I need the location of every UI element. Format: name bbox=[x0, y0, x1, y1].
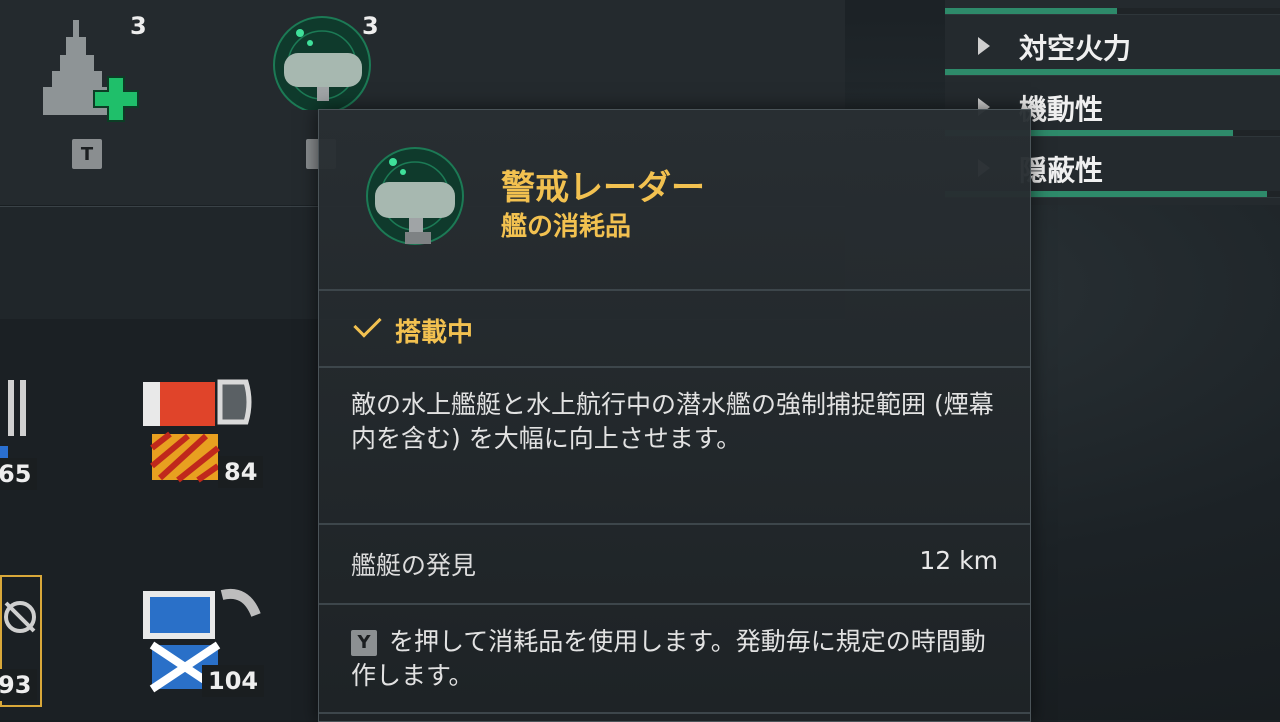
tooltip-subtitle: 艦の消耗品 bbox=[501, 212, 632, 242]
flag-count: 104 bbox=[202, 665, 265, 697]
stat-row-aa[interactable]: 対空火力 bbox=[945, 15, 1280, 76]
expand-arrow-icon bbox=[978, 37, 990, 55]
radar-icon bbox=[366, 147, 464, 245]
stat-label: 対空火力 bbox=[1019, 32, 1132, 65]
divider bbox=[319, 289, 1030, 291]
flag-slot-3-selected[interactable]: 93 bbox=[0, 575, 42, 707]
flag-slot-2[interactable]: 84 bbox=[140, 378, 264, 498]
param-value: 12 km bbox=[919, 546, 998, 575]
flag-slot-4[interactable]: 104 bbox=[140, 585, 265, 705]
stat-label: 機動性 bbox=[1019, 93, 1104, 126]
stat-row-partial bbox=[945, 0, 1280, 15]
key-badge: Y bbox=[351, 630, 377, 656]
targeting-icon bbox=[4, 601, 36, 633]
equipped-status: 搭載中 bbox=[395, 318, 474, 348]
radar-consumable-slot[interactable]: 3 bbox=[272, 12, 387, 115]
tier-badge: T bbox=[72, 139, 102, 169]
heal-count: 3 bbox=[130, 12, 147, 40]
flag-count: 93 bbox=[0, 669, 38, 701]
divider bbox=[319, 712, 1030, 714]
flag-slot-1[interactable]: 65 bbox=[0, 378, 40, 498]
tooltip-description: 敵の水上艦艇と水上航行中の潜水艦の強制捕捉範囲 (煙幕内を含む) を大幅に向上さ… bbox=[351, 390, 994, 453]
divider bbox=[319, 366, 1030, 368]
tooltip-title: 警戒レーダー bbox=[501, 168, 705, 208]
tools-icon bbox=[8, 380, 26, 436]
stat-label: 隠蔽性 bbox=[1019, 154, 1104, 187]
param-label: 艦艇の発見 bbox=[351, 551, 477, 580]
flag-count: 65 bbox=[0, 458, 38, 490]
checkmark-icon bbox=[353, 309, 382, 338]
flag-count: 84 bbox=[218, 456, 264, 488]
heal-consumable-slot[interactable]: 3 T bbox=[38, 12, 148, 175]
divider bbox=[319, 523, 1030, 525]
usage-hint: Y を押して消耗品を使用します。発動毎に規定の時間動作します。 bbox=[351, 625, 1001, 693]
consumable-tooltip: 警戒レーダー 艦の消耗品 搭載中 敵の水上艦艇と水上航行中の潜水艦の強制捕捉範囲… bbox=[318, 109, 1031, 722]
usage-hint-text: を押して消耗品を使用します。発動毎に規定の時間動作します。 bbox=[351, 627, 986, 690]
stat-bar bbox=[945, 69, 1280, 75]
radar-count: 3 bbox=[362, 12, 379, 40]
divider bbox=[319, 603, 1030, 605]
